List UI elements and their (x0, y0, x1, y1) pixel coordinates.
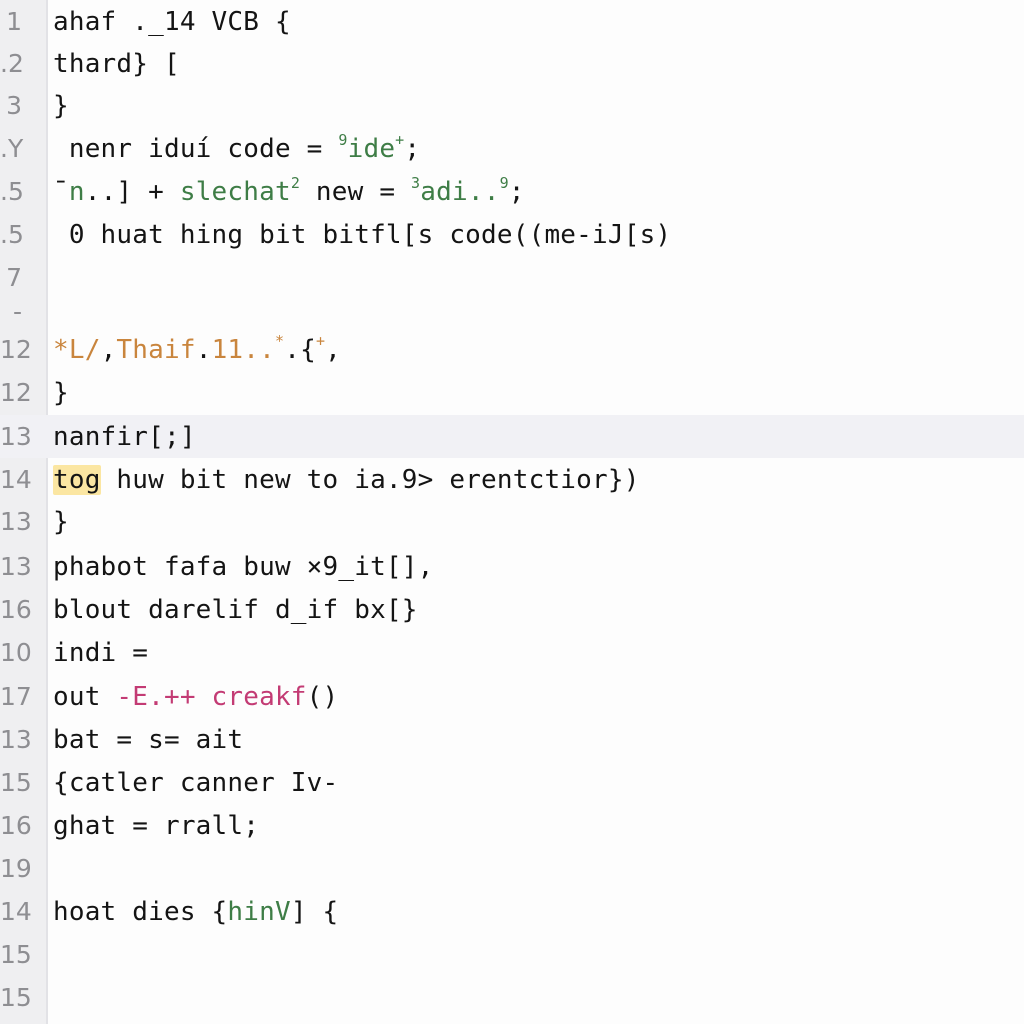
line-number: 13 (0, 507, 32, 536)
code-line[interactable]: 17 out -E.++ creakf() (0, 675, 1024, 718)
syntax-token: hinV (227, 896, 291, 927)
code-text: hoat dies {hinV] { (53, 896, 339, 927)
superscript-token: 2 (290, 173, 301, 192)
code-text: blout darelif d_if bx[} (53, 594, 418, 625)
line-number: .5 (0, 220, 24, 249)
code-line[interactable]: 15 (0, 976, 1024, 1019)
code-text: phabot fafa buw ×9_it[], (53, 551, 434, 582)
code-text: bat = s= ait (53, 724, 244, 755)
syntax-token: ide (347, 133, 396, 164)
syntax-token: 11.. (211, 334, 275, 365)
line-number: 12 (0, 335, 32, 364)
line-number: 13 (0, 725, 32, 754)
code-line[interactable]: 1 ahaf ._14 VCB { (0, 0, 1024, 43)
superscript-token: 9 (338, 130, 348, 149)
code-line[interactable]: 16 ghat = rrall; (0, 804, 1024, 847)
line-number: - (12, 297, 22, 326)
code-text: ahaf ._14 VCB { (53, 6, 291, 37)
code-line[interactable]: 10 indi = (0, 631, 1024, 674)
line-number: 17 (0, 682, 32, 711)
code-text: thard} [ (53, 48, 180, 79)
code-line[interactable]: .2 thard} [ (0, 42, 1024, 85)
superscript-token: 9 (499, 173, 509, 192)
line-number: 7 (6, 263, 22, 292)
line-number: .Y (0, 134, 24, 163)
code-text: tog huw bit new to ia.9> erentctior}) (53, 464, 640, 495)
code-line[interactable]: 14 tog huw bit new to ia.9> erentctior}) (0, 458, 1024, 501)
syntax-token: adi.. (420, 176, 500, 207)
line-number: 16 (0, 811, 32, 840)
superscript-token: * (274, 331, 285, 350)
line-number: 15 (0, 940, 32, 969)
code-line[interactable]: 14 hoat dies {hinV] { (0, 890, 1024, 933)
code-line[interactable]: 16 blout darelif d_if bx[} (0, 588, 1024, 631)
line-number: 15 (0, 768, 32, 797)
code-line[interactable]: 12 *L/,Thaif.11..*.{+, (0, 328, 1024, 371)
superscript-token: 3 (411, 173, 421, 192)
search-match-highlight: tog (53, 464, 101, 495)
code-text: } (53, 377, 69, 408)
current-code-line[interactable]: 13 nanfir[;] (0, 415, 1024, 458)
code-line[interactable]: 3} (0, 84, 1024, 127)
code-text: *L/,Thaif.11..*.{+, (53, 331, 342, 365)
syntax-token: -E.++ creakf (116, 681, 307, 712)
code-text: indi = (53, 637, 149, 668)
code-line[interactable]: 15 {catler canner Iv- (0, 761, 1024, 804)
line-number: .2 (0, 49, 24, 78)
code-text: out -E.++ creakf() (53, 681, 339, 712)
code-text: {catler canner Iv- (53, 767, 339, 798)
code-line[interactable]: 13 bat = s= ait (0, 718, 1024, 761)
code-text: ghat = rrall; (53, 810, 260, 841)
line-number: 19 (0, 854, 32, 883)
code-text: ¯n..] + slechat2 new = 3adi..9; (53, 173, 525, 207)
line-number: 1 (6, 7, 22, 36)
line-number: 16 (0, 595, 32, 624)
code-editor[interactable]: 1 ahaf ._14 VCB {.2 thard} [3} .Y nenr iduí… (0, 0, 1024, 1024)
code-text: nenr iduí code = 9ide+; (53, 130, 421, 164)
code-line[interactable]: 13} (0, 500, 1024, 543)
code-line[interactable]: .Y nenr iduí code = 9ide+; (0, 127, 1024, 170)
syntax-token: n (68, 176, 85, 207)
line-number: 15 (0, 983, 32, 1012)
line-number: 12 (0, 378, 32, 407)
code-text: 0 huat hing bit bitfl[s code((me-iJ[s) (53, 219, 672, 250)
code-text: } (53, 90, 69, 121)
code-text: nanfir[;] (53, 421, 196, 452)
code-line[interactable]: 12} (0, 371, 1024, 414)
code-line[interactable]: - (0, 290, 1024, 333)
superscript-token: + (395, 130, 405, 149)
syntax-token: Thaif (116, 334, 196, 365)
code-text: } (53, 506, 69, 537)
code-line[interactable]: .5 0 huat hing bit bitfl[s code((me-iJ[s… (0, 213, 1024, 256)
code-line[interactable]: 19 (0, 847, 1024, 890)
superscript-token: + (315, 331, 326, 350)
line-number: 14 (0, 465, 32, 494)
line-number: 13 (0, 422, 32, 451)
line-number: .5 (0, 177, 24, 206)
syntax-token: slechat (179, 176, 291, 207)
syntax-token: *L/ (53, 334, 101, 365)
code-line[interactable]: 13 phabot fafa buw ×9_it[], (0, 545, 1024, 588)
code-line[interactable]: .5 ¯n..] + slechat2 new = 3adi..9; (0, 170, 1024, 213)
line-number: 13 (0, 552, 32, 581)
line-number: 3 (6, 91, 22, 120)
line-number: 14 (0, 897, 32, 926)
code-line[interactable]: 15 (0, 933, 1024, 976)
line-number: 10 (0, 638, 32, 667)
